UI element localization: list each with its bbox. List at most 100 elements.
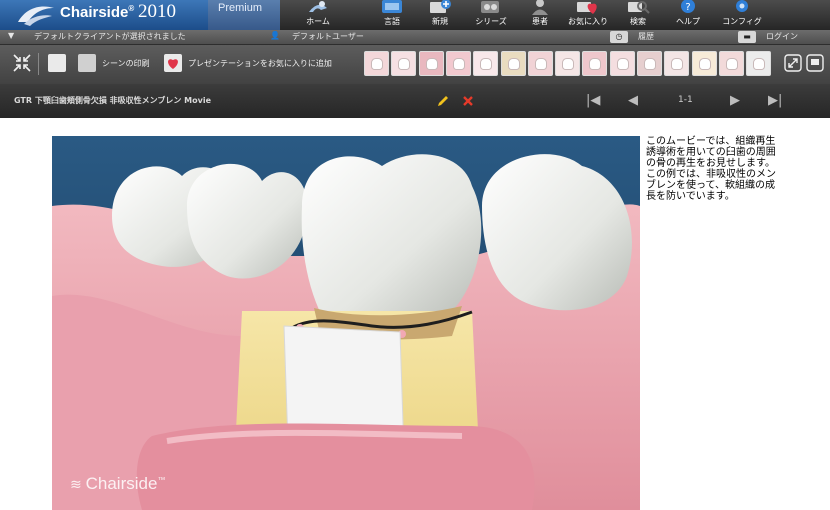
tooth-icon	[753, 58, 766, 70]
first-page-icon[interactable]: |◀	[586, 94, 600, 108]
lock-icon[interactable]: ▬	[738, 31, 756, 43]
filter-icon: ▼	[8, 31, 15, 40]
add-favorite-button[interactable]: プレゼンテーションをお気に入りに追加	[188, 58, 332, 69]
nav-search-button[interactable]: 検索	[618, 0, 658, 30]
page-counter: 1-1	[678, 95, 693, 105]
tooth-icon	[698, 58, 711, 70]
edition-label: Premium	[218, 2, 263, 14]
brand-name: Chairside	[60, 4, 129, 21]
document-icon[interactable]	[48, 54, 66, 72]
fullscreen-icon[interactable]	[784, 54, 802, 72]
user-icon: 👤	[270, 31, 280, 40]
chairside-watermark-logo-icon: ≋	[70, 476, 86, 492]
series-icon	[481, 1, 499, 13]
nav-language-button[interactable]: 言語	[372, 0, 412, 30]
movie-player[interactable]: ≋ Chairside™	[52, 136, 640, 510]
favorites-icon	[577, 2, 597, 14]
print-scene-button[interactable]: シーンの印刷	[102, 58, 150, 69]
status-bar: ▼ デフォルトクライアントが選択されました 👤 デフォルトユーザー ◷ 履歴 ▬…	[0, 30, 830, 44]
nav-home-button[interactable]: ホーム	[298, 0, 338, 30]
scene-toolbar: シーンの印刷 プレゼンテーションをお気に入りに追加	[0, 44, 830, 84]
presentation-icon[interactable]	[806, 54, 824, 72]
tooth-icon	[589, 58, 602, 70]
login-link[interactable]: ログイン	[766, 31, 798, 42]
nav-new-button[interactable]: 新規	[420, 0, 460, 30]
nav-language-label: 言語	[384, 17, 400, 26]
scene-thumbnail[interactable]	[364, 51, 389, 76]
scene-thumbnail[interactable]	[418, 51, 444, 76]
language-icon	[382, 0, 402, 13]
scene-thumbnail[interactable]	[500, 51, 526, 76]
heart-icon[interactable]	[164, 54, 182, 72]
scene-thumbnail[interactable]	[609, 51, 635, 76]
user-status: デフォルトユーザー	[292, 32, 364, 41]
nav-config-label: コンフィグ	[722, 17, 762, 26]
search-icon	[628, 1, 650, 14]
tooth-icon	[371, 58, 383, 70]
tooth-icon	[671, 58, 684, 70]
tooth-icon	[725, 58, 738, 70]
scene-thumbnail[interactable]	[582, 51, 608, 76]
watermark-text: Chairside	[85, 474, 158, 493]
movie-description: このムービーでは、組織再生誘導術を用いての臼歯の周囲の骨の再生をお見せします。こ…	[646, 136, 776, 202]
previous-page-icon[interactable]: ◀	[628, 94, 638, 108]
nav-favorites-button[interactable]: お気に入り	[564, 0, 612, 30]
tooth-icon	[507, 58, 520, 70]
chairside-logo-icon	[18, 6, 54, 26]
nav-help-button[interactable]: ? ヘルプ	[668, 0, 708, 30]
scene-thumbnail[interactable]	[746, 51, 772, 76]
watermark-mark: ™	[157, 475, 166, 485]
collapse-icon[interactable]	[12, 53, 32, 73]
nav-search-label: 検索	[630, 17, 646, 26]
chairside-watermark: ≋ Chairside™	[70, 474, 165, 494]
svg-text:?: ?	[685, 2, 690, 13]
edit-pencil-icon[interactable]	[436, 94, 450, 108]
delete-icon[interactable]	[462, 95, 474, 107]
tooth-icon	[562, 58, 575, 70]
premium-badge: Premium	[208, 0, 280, 30]
scene-thumbnail[interactable]	[445, 51, 471, 76]
nav-patient-button[interactable]: 患者	[520, 0, 560, 30]
tooth-icon	[616, 58, 629, 70]
scene-thumbnail[interactable]	[473, 51, 499, 76]
brand-area: Chairside® 2010	[0, 0, 208, 30]
nav-series-button[interactable]: シリーズ	[470, 0, 512, 30]
tooth-icon	[425, 58, 438, 70]
config-icon	[736, 0, 748, 12]
scene-thumbnail[interactable]	[637, 51, 662, 76]
scene-thumbnail[interactable]	[664, 51, 690, 76]
nav-home-label: ホーム	[306, 17, 330, 26]
tooth-icon	[398, 58, 411, 70]
new-icon	[430, 0, 451, 13]
nav-series-label: シリーズ	[475, 17, 507, 26]
client-status: デフォルトクライアントが選択されました	[34, 32, 186, 41]
help-icon: ?	[681, 0, 695, 13]
nav-config-button[interactable]: コンフィグ	[720, 0, 764, 30]
app-header: Chairside® 2010 Premium ホーム 言語 新規 シリーズ 患…	[0, 0, 830, 30]
player-title-bar: GTR 下顎臼歯頬側骨欠損 非吸収性メンブレン Movie |◀ ◀ 1-1 ▶…	[0, 84, 830, 118]
scene-thumbnail[interactable]	[691, 51, 717, 76]
next-page-icon[interactable]: ▶	[730, 94, 740, 108]
home-icon	[309, 1, 327, 12]
brand-year: 2010	[138, 1, 176, 22]
nav-help-label: ヘルプ	[676, 17, 700, 26]
patient-icon	[532, 0, 548, 15]
nav-favorites-label: お気に入り	[568, 17, 608, 26]
tooth-icon	[480, 58, 493, 70]
dental-animation-frame	[52, 136, 640, 510]
scene-thumbnail[interactable]	[718, 51, 744, 76]
tooth-icon	[534, 58, 547, 70]
scene-thumbnail[interactable]	[527, 51, 553, 76]
last-page-icon[interactable]: ▶|	[768, 94, 782, 108]
toolbar-divider	[38, 53, 39, 75]
history-link[interactable]: 履歴	[638, 31, 654, 42]
brand-mark: ®	[128, 4, 135, 13]
movie-title: GTR 下顎臼歯頬側骨欠損 非吸収性メンブレン Movie	[14, 96, 211, 105]
print-icon[interactable]	[78, 54, 96, 72]
history-clock-icon[interactable]: ◷	[610, 31, 628, 43]
nav-new-label: 新規	[432, 17, 448, 26]
tooth-icon	[452, 58, 465, 70]
tooth-icon	[644, 58, 656, 70]
scene-thumbnail[interactable]	[391, 51, 417, 76]
scene-thumbnail[interactable]	[555, 51, 581, 76]
